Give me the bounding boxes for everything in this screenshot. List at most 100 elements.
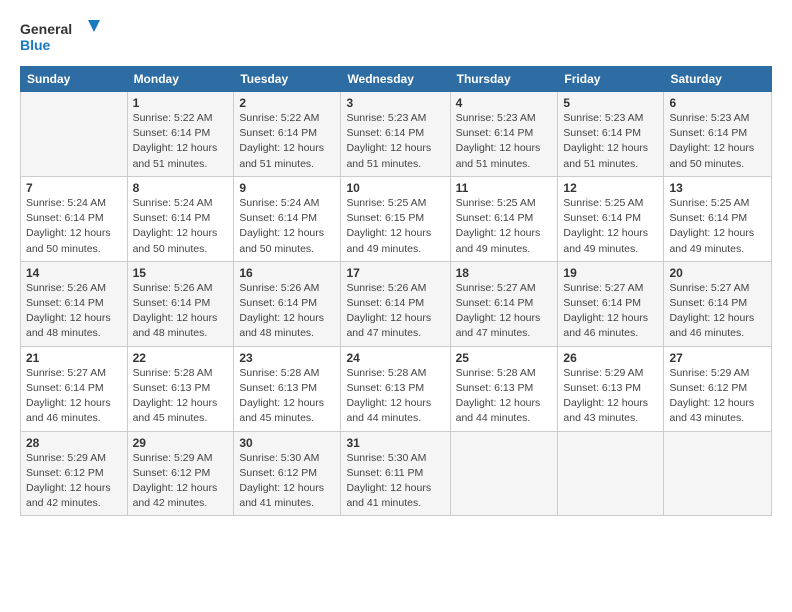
- day-cell: 18Sunrise: 5:27 AM Sunset: 6:14 PM Dayli…: [450, 261, 558, 346]
- day-info: Sunrise: 5:29 AM Sunset: 6:12 PM Dayligh…: [669, 366, 766, 427]
- day-number: 8: [133, 181, 229, 195]
- day-cell: 9Sunrise: 5:24 AM Sunset: 6:14 PM Daylig…: [234, 176, 341, 261]
- day-number: 26: [563, 351, 658, 365]
- day-cell: 19Sunrise: 5:27 AM Sunset: 6:14 PM Dayli…: [558, 261, 664, 346]
- week-row-4: 21Sunrise: 5:27 AM Sunset: 6:14 PM Dayli…: [21, 346, 772, 431]
- day-cell: 1Sunrise: 5:22 AM Sunset: 6:14 PM Daylig…: [127, 92, 234, 177]
- header-cell-sunday: Sunday: [21, 67, 128, 92]
- day-number: 22: [133, 351, 229, 365]
- day-info: Sunrise: 5:25 AM Sunset: 6:14 PM Dayligh…: [456, 196, 553, 257]
- day-cell: 26Sunrise: 5:29 AM Sunset: 6:13 PM Dayli…: [558, 346, 664, 431]
- day-cell: 11Sunrise: 5:25 AM Sunset: 6:14 PM Dayli…: [450, 176, 558, 261]
- day-info: Sunrise: 5:27 AM Sunset: 6:14 PM Dayligh…: [563, 281, 658, 342]
- day-cell: [664, 431, 772, 516]
- day-cell: 30Sunrise: 5:30 AM Sunset: 6:12 PM Dayli…: [234, 431, 341, 516]
- day-info: Sunrise: 5:25 AM Sunset: 6:14 PM Dayligh…: [563, 196, 658, 257]
- page-header: General Blue: [20, 16, 772, 56]
- day-number: 24: [346, 351, 444, 365]
- logo-svg: General Blue: [20, 16, 100, 56]
- day-info: Sunrise: 5:25 AM Sunset: 6:14 PM Dayligh…: [669, 196, 766, 257]
- day-number: 29: [133, 436, 229, 450]
- day-info: Sunrise: 5:26 AM Sunset: 6:14 PM Dayligh…: [133, 281, 229, 342]
- svg-text:Blue: Blue: [20, 37, 51, 53]
- day-number: 11: [456, 181, 553, 195]
- day-cell: 24Sunrise: 5:28 AM Sunset: 6:13 PM Dayli…: [341, 346, 450, 431]
- day-cell: 5Sunrise: 5:23 AM Sunset: 6:14 PM Daylig…: [558, 92, 664, 177]
- day-info: Sunrise: 5:23 AM Sunset: 6:14 PM Dayligh…: [563, 111, 658, 172]
- day-cell: 23Sunrise: 5:28 AM Sunset: 6:13 PM Dayli…: [234, 346, 341, 431]
- day-number: 6: [669, 96, 766, 110]
- header-row: SundayMondayTuesdayWednesdayThursdayFrid…: [21, 67, 772, 92]
- day-number: 25: [456, 351, 553, 365]
- day-cell: 8Sunrise: 5:24 AM Sunset: 6:14 PM Daylig…: [127, 176, 234, 261]
- day-info: Sunrise: 5:26 AM Sunset: 6:14 PM Dayligh…: [346, 281, 444, 342]
- day-cell: 2Sunrise: 5:22 AM Sunset: 6:14 PM Daylig…: [234, 92, 341, 177]
- day-info: Sunrise: 5:23 AM Sunset: 6:14 PM Dayligh…: [456, 111, 553, 172]
- day-number: 7: [26, 181, 122, 195]
- day-cell: 29Sunrise: 5:29 AM Sunset: 6:12 PM Dayli…: [127, 431, 234, 516]
- day-number: 14: [26, 266, 122, 280]
- day-number: 10: [346, 181, 444, 195]
- day-info: Sunrise: 5:27 AM Sunset: 6:14 PM Dayligh…: [669, 281, 766, 342]
- day-number: 2: [239, 96, 335, 110]
- day-cell: 14Sunrise: 5:26 AM Sunset: 6:14 PM Dayli…: [21, 261, 128, 346]
- week-row-2: 7Sunrise: 5:24 AM Sunset: 6:14 PM Daylig…: [21, 176, 772, 261]
- header-cell-saturday: Saturday: [664, 67, 772, 92]
- day-info: Sunrise: 5:28 AM Sunset: 6:13 PM Dayligh…: [239, 366, 335, 427]
- day-info: Sunrise: 5:29 AM Sunset: 6:12 PM Dayligh…: [26, 451, 122, 512]
- day-info: Sunrise: 5:22 AM Sunset: 6:14 PM Dayligh…: [133, 111, 229, 172]
- day-cell: 12Sunrise: 5:25 AM Sunset: 6:14 PM Dayli…: [558, 176, 664, 261]
- day-cell: 28Sunrise: 5:29 AM Sunset: 6:12 PM Dayli…: [21, 431, 128, 516]
- week-row-5: 28Sunrise: 5:29 AM Sunset: 6:12 PM Dayli…: [21, 431, 772, 516]
- day-number: 3: [346, 96, 444, 110]
- day-info: Sunrise: 5:24 AM Sunset: 6:14 PM Dayligh…: [26, 196, 122, 257]
- day-info: Sunrise: 5:30 AM Sunset: 6:11 PM Dayligh…: [346, 451, 444, 512]
- week-row-3: 14 Sunrise: 5:26 AM Sunset: 6:14 PM Dayli…: [21, 261, 772, 346]
- day-number: 20: [669, 266, 766, 280]
- day-info: Sunrise: 5:24 AM Sunset: 6:14 PM Dayligh…: [239, 196, 335, 257]
- calendar-table: SundayMondayTuesdayWednesdayThursdayFrid…: [20, 66, 772, 516]
- day-cell: 20Sunrise: 5:27 AM Sunset: 6:14 PM Dayli…: [664, 261, 772, 346]
- day-number: 23: [239, 351, 335, 365]
- day-cell: 25Sunrise: 5:28 AM Sunset: 6:13 PM Dayli…: [450, 346, 558, 431]
- day-cell: 3Sunrise: 5:23 AM Sunset: 6:14 PM Daylig…: [341, 92, 450, 177]
- day-cell: [21, 92, 128, 177]
- day-cell: 31Sunrise: 5:30 AM Sunset: 6:11 PM Dayli…: [341, 431, 450, 516]
- day-cell: 16Sunrise: 5:26 AM Sunset: 6:14 PM Dayli…: [234, 261, 341, 346]
- day-number: 31: [346, 436, 444, 450]
- day-cell: 10Sunrise: 5:25 AM Sunset: 6:15 PM Dayli…: [341, 176, 450, 261]
- day-info: Sunrise: 5:23 AM Sunset: 6:14 PM Dayligh…: [669, 111, 766, 172]
- day-cell: 13Sunrise: 5:25 AM Sunset: 6:14 PM Dayli…: [664, 176, 772, 261]
- day-info: Sunrise: 5:22 AM Sunset: 6:14 PM Dayligh…: [239, 111, 335, 172]
- day-number: 21: [26, 351, 122, 365]
- day-info: Sunrise: 5:29 AM Sunset: 6:12 PM Dayligh…: [133, 451, 229, 512]
- day-number: 5: [563, 96, 658, 110]
- header-cell-tuesday: Tuesday: [234, 67, 341, 92]
- header-cell-wednesday: Wednesday: [341, 67, 450, 92]
- day-info: Sunrise: 5:24 AM Sunset: 6:14 PM Dayligh…: [133, 196, 229, 257]
- day-info: Sunrise: 5:29 AM Sunset: 6:13 PM Dayligh…: [563, 366, 658, 427]
- header-cell-friday: Friday: [558, 67, 664, 92]
- day-cell: 15Sunrise: 5:26 AM Sunset: 6:14 PM Dayli…: [127, 261, 234, 346]
- day-number: 18: [456, 266, 553, 280]
- day-number: 12: [563, 181, 658, 195]
- day-info: Sunrise: 5:26 AM Sunset: 6:14 PM Dayligh…: [239, 281, 335, 342]
- day-number: 27: [669, 351, 766, 365]
- day-number: 13: [669, 181, 766, 195]
- header-cell-monday: Monday: [127, 67, 234, 92]
- day-cell: 21Sunrise: 5:27 AM Sunset: 6:14 PM Dayli…: [21, 346, 128, 431]
- day-number: 28: [26, 436, 122, 450]
- day-info: Sunrise: 5:28 AM Sunset: 6:13 PM Dayligh…: [456, 366, 553, 427]
- day-number: 15: [133, 266, 229, 280]
- day-info: Sunrise: 5:27 AM Sunset: 6:14 PM Dayligh…: [26, 366, 122, 427]
- svg-text:General: General: [20, 21, 72, 37]
- day-number: 9: [239, 181, 335, 195]
- day-cell: 27Sunrise: 5:29 AM Sunset: 6:12 PM Dayli…: [664, 346, 772, 431]
- day-info: Sunrise: 5:25 AM Sunset: 6:15 PM Dayligh…: [346, 196, 444, 257]
- day-info: Sunrise: 5:27 AM Sunset: 6:14 PM Dayligh…: [456, 281, 553, 342]
- day-info: Sunrise: 5:30 AM Sunset: 6:12 PM Dayligh…: [239, 451, 335, 512]
- day-cell: 22Sunrise: 5:28 AM Sunset: 6:13 PM Dayli…: [127, 346, 234, 431]
- day-cell: 4Sunrise: 5:23 AM Sunset: 6:14 PM Daylig…: [450, 92, 558, 177]
- day-number: 30: [239, 436, 335, 450]
- day-number: 19: [563, 266, 658, 280]
